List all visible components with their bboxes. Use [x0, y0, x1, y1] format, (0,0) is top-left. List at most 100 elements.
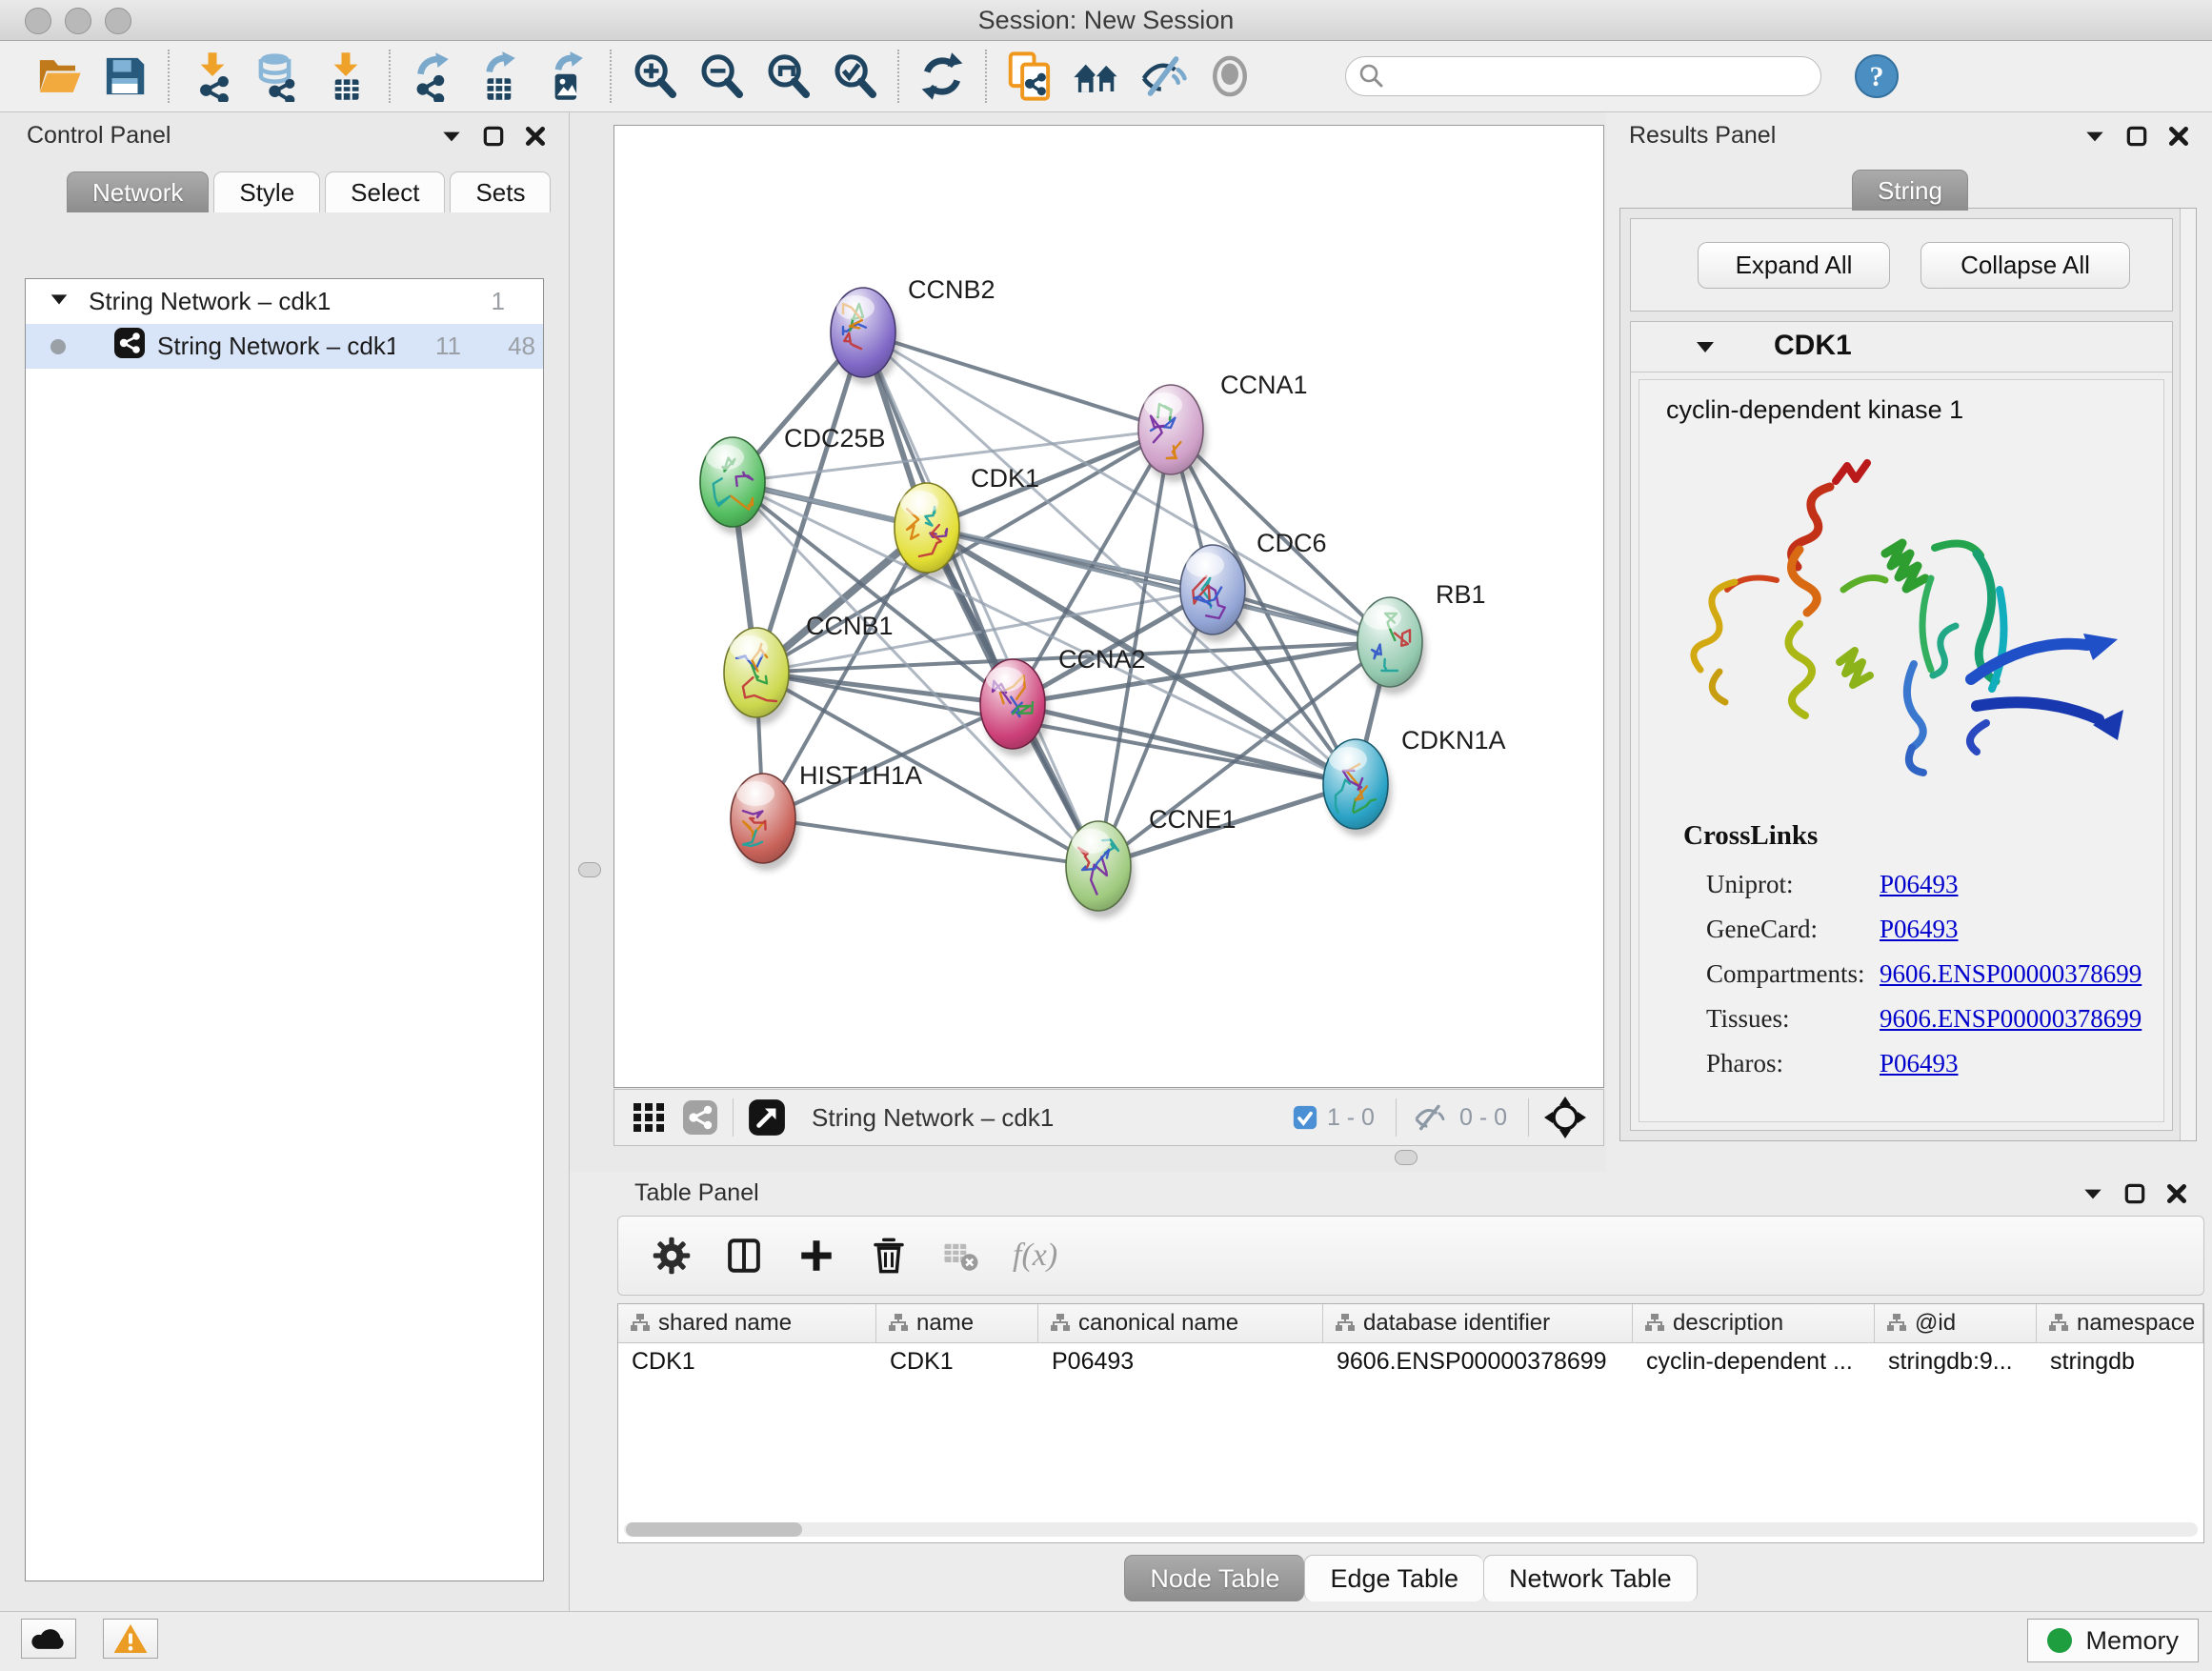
network-edge[interactable] — [756, 673, 1013, 704]
memory-button[interactable]: Memory — [2027, 1619, 2199, 1662]
hidden-eye-slash-icon[interactable] — [1408, 1105, 1450, 1130]
network-edge[interactable] — [863, 332, 1171, 430]
tree-collapse-icon[interactable] — [49, 287, 75, 316]
crosslink-row: GeneCard:P06493 — [1706, 907, 2144, 952]
tab-node-table[interactable]: Node Table — [1124, 1555, 1304, 1601]
table-cell[interactable]: stringdb — [2037, 1343, 2203, 1379]
export-image-button[interactable] — [533, 46, 600, 107]
delete-column-trash-icon[interactable] — [868, 1235, 910, 1277]
table-cell[interactable]: 9606.ENSP00000378699 — [1323, 1343, 1633, 1379]
column-header--id[interactable]: @id — [1875, 1304, 2037, 1342]
close-panel-icon[interactable] — [2164, 1181, 2189, 1206]
network-node-HIST1H1A[interactable] — [731, 774, 795, 863]
crosslink-link[interactable]: 9606.ENSP00000378699 — [1880, 1004, 2142, 1034]
grid-view-icon[interactable] — [628, 1097, 670, 1138]
save-session-button[interactable] — [91, 46, 158, 107]
network-node-CCNB2[interactable] — [831, 288, 895, 377]
network-node-CDC25B[interactable] — [700, 437, 765, 527]
crosslink-link[interactable]: P06493 — [1880, 870, 1959, 899]
table-row[interactable]: CDK1CDK1P064939606.ENSP00000378699cyclin… — [618, 1343, 2203, 1379]
horizontal-splitter-handle[interactable] — [1395, 1150, 1418, 1165]
tab-string[interactable]: String — [1852, 170, 1968, 211]
table-cell[interactable]: P06493 — [1038, 1343, 1323, 1379]
crosslink-link[interactable]: P06493 — [1880, 915, 1959, 944]
selected-checkbox-icon[interactable] — [1293, 1105, 1317, 1130]
table-horizontal-scrollbar[interactable] — [624, 1522, 2198, 1537]
scrollbar-thumb[interactable] — [626, 1522, 802, 1537]
import-network-from-database-button[interactable] — [246, 46, 312, 107]
crosslink-link[interactable]: 9606.ENSP00000378699 — [1880, 959, 2142, 989]
zoom-in-icon — [629, 50, 680, 102]
crosslink-link[interactable]: P06493 — [1880, 1049, 1959, 1078]
function-builder-icon[interactable]: f(x) — [1013, 1238, 1057, 1274]
column-header-canonical-name[interactable]: canonical name — [1038, 1304, 1323, 1342]
first-neighbors-button[interactable] — [1063, 46, 1130, 107]
tab-sets[interactable]: Sets — [450, 171, 551, 212]
search-input[interactable] — [1345, 56, 1821, 96]
import-network-from-file-button[interactable] — [179, 46, 246, 107]
open-session-button[interactable] — [25, 46, 91, 107]
network-edge[interactable] — [763, 818, 1098, 866]
network-node-CCNA1[interactable] — [1138, 385, 1203, 474]
zoom-fit-button[interactable] — [754, 46, 821, 107]
network-node-RB1[interactable] — [1357, 597, 1422, 687]
zoom-selected-button[interactable] — [821, 46, 888, 107]
table-cell[interactable]: cyclin-dependent ... — [1633, 1343, 1875, 1379]
tab-network[interactable]: Network — [67, 171, 209, 212]
new-network-from-selection-button[interactable] — [996, 46, 1063, 107]
delete-table-icon[interactable] — [940, 1235, 982, 1277]
network-collection-row[interactable]: String Network – cdk1 1 — [26, 279, 543, 324]
tab-edge-table[interactable]: Edge Table — [1304, 1555, 1483, 1601]
tab-select[interactable]: Select — [325, 171, 445, 212]
network-node-CCNA2[interactable] — [980, 659, 1045, 749]
maximize-panel-icon[interactable] — [2122, 1181, 2147, 1206]
detach-view-icon[interactable] — [745, 1096, 789, 1139]
show-all-button[interactable] — [1196, 46, 1263, 107]
hide-selected-button[interactable] — [1130, 46, 1196, 107]
apply-preferred-layout-button[interactable] — [909, 46, 975, 107]
float-panel-icon[interactable] — [2082, 124, 2107, 149]
network-row[interactable]: String Network – cdk1 11 48 — [26, 324, 543, 369]
results-scrollbar[interactable] — [2180, 209, 2196, 1140]
table-settings-gear-icon[interactable] — [651, 1235, 693, 1277]
table-cell[interactable]: CDK1 — [876, 1343, 1038, 1379]
float-panel-icon[interactable] — [2081, 1181, 2105, 1206]
expand-all-button[interactable]: Expand All — [1698, 242, 1890, 289]
node-table[interactable]: shared namenamecanonical namedatabase id… — [617, 1303, 2204, 1543]
network-node-CCNB1[interactable] — [724, 628, 789, 717]
show-columns-icon[interactable] — [723, 1235, 765, 1277]
zoom-in-button[interactable] — [621, 46, 688, 107]
export-table-button[interactable] — [467, 46, 533, 107]
column-header-name[interactable]: name — [876, 1304, 1038, 1342]
network-node-CDK1[interactable] — [895, 483, 959, 573]
column-header-database-identifier[interactable]: database identifier — [1323, 1304, 1633, 1342]
collapse-all-button[interactable]: Collapse All — [1920, 242, 2130, 289]
export-network-button[interactable] — [400, 46, 467, 107]
table-cell[interactable]: CDK1 — [618, 1343, 876, 1379]
column-header-shared-name[interactable]: shared name — [618, 1304, 876, 1342]
add-column-icon[interactable] — [795, 1235, 837, 1277]
close-panel-icon[interactable] — [523, 124, 548, 149]
zoom-out-button[interactable] — [688, 46, 754, 107]
maximize-panel-icon[interactable] — [481, 124, 506, 149]
tab-style[interactable]: Style — [213, 171, 320, 212]
import-table-from-file-button[interactable] — [312, 46, 379, 107]
collapse-entry-icon[interactable] — [1694, 335, 1717, 363]
network-canvas[interactable]: CCNB2CCNA1CDC25BCDK1CDC6RB1CCNB1CCNA2CDK… — [613, 125, 1604, 1088]
maximize-panel-icon[interactable] — [2124, 124, 2149, 149]
tab-network-table[interactable]: Network Table — [1483, 1555, 1698, 1601]
help-button[interactable]: ? — [1854, 53, 1900, 99]
cloud-button[interactable] — [21, 1619, 76, 1659]
float-panel-icon[interactable] — [439, 124, 464, 149]
close-panel-icon[interactable] — [2166, 124, 2191, 149]
birdseye-toggle-icon[interactable] — [1540, 1093, 1590, 1142]
vertical-splitter-handle[interactable] — [578, 862, 601, 877]
network-node-CCNE1[interactable] — [1066, 821, 1131, 911]
column-header-namespace[interactable]: namespace — [2037, 1304, 2203, 1342]
column-header-description[interactable]: description — [1633, 1304, 1875, 1342]
network-view-mode-icon[interactable] — [679, 1097, 721, 1138]
table-cell[interactable]: stringdb:9... — [1875, 1343, 2037, 1379]
network-node-CDC6[interactable] — [1180, 545, 1245, 634]
network-node-CDKN1A[interactable] — [1323, 739, 1388, 829]
warnings-button[interactable] — [103, 1619, 158, 1659]
